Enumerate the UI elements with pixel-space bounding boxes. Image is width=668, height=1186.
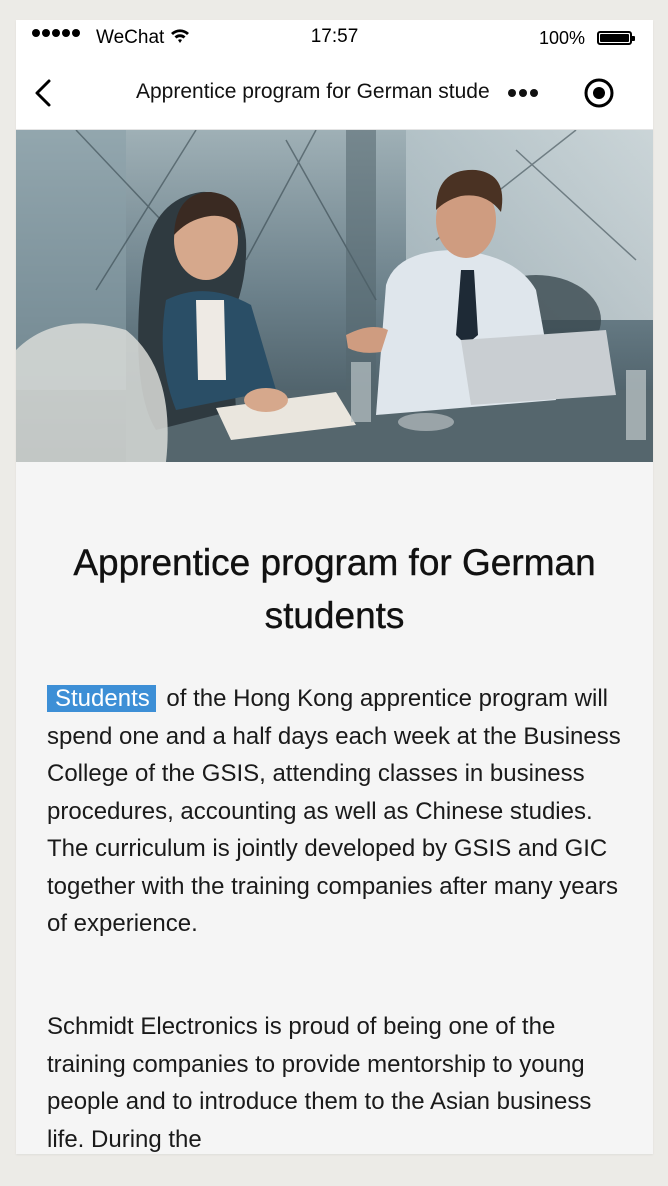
article-content: Apprentice program for German students S… [16, 462, 653, 1154]
highlighted-word[interactable]: Students [47, 685, 156, 712]
more-options-icon[interactable] [508, 89, 538, 97]
hero-image [16, 130, 653, 462]
article-paragraph-2: Schmidt Electronics is proud of being on… [47, 1013, 592, 1153]
back-chevron-icon[interactable] [30, 76, 58, 110]
phone-screen: WeChat 17:57 100% Apprentice program for… [16, 20, 653, 1154]
battery-percentage: 100% [539, 28, 586, 48]
battery-icon [597, 31, 635, 45]
close-miniprogram-icon[interactable] [582, 76, 616, 110]
business-meeting-photo [16, 130, 653, 462]
page-title: Apprentice program for German stude [136, 80, 490, 103]
navigation-bar: Apprentice program for German stude [16, 56, 653, 130]
article-paragraph-1: Students of the Hong Kong apprentice pro… [47, 680, 627, 943]
article-title: Apprentice program for German students [73, 542, 596, 636]
paragraph-1-text: of the Hong Kong apprentice program will… [47, 685, 621, 937]
status-bar: WeChat 17:57 100% [16, 20, 653, 56]
